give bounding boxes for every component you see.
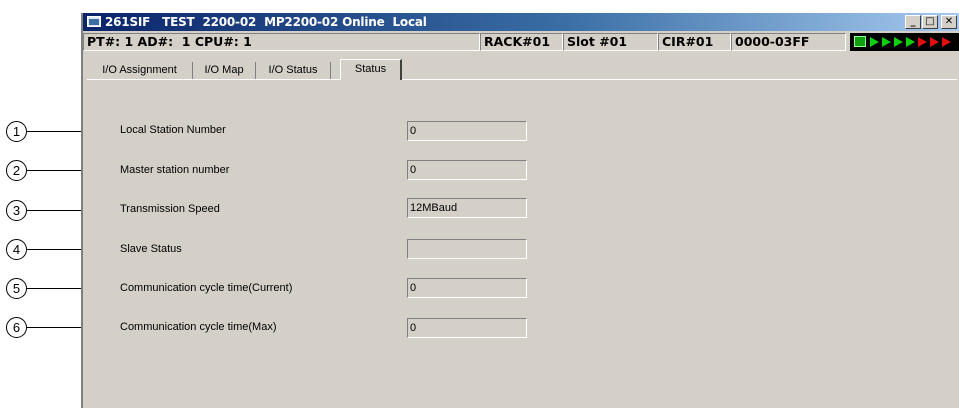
pc-icon — [854, 36, 866, 47]
transmission-speed-label: Transmission Speed — [120, 203, 220, 215]
callout-6: 6 — [6, 317, 27, 338]
restore-button[interactable]: □ — [922, 15, 938, 29]
callout-3: 3 — [6, 200, 27, 221]
status-bar: PT#: 1 AD#: 1 CPU#: 1 RACK#01 Slot #01 C… — [83, 31, 959, 53]
title-bar[interactable]: 261SIF TEST 2200-02 MP2200-02 Online Loc… — [83, 13, 959, 31]
cir-field: CIR#01 — [658, 33, 731, 51]
tab-io-map[interactable]: I/O Map — [193, 62, 256, 79]
arrow-red-icon — [930, 37, 939, 47]
callout-4: 4 — [6, 239, 27, 260]
module-status-window: 261SIF TEST 2200-02 MP2200-02 Online Loc… — [81, 13, 959, 408]
pt-ad-cpu-field: PT#: 1 AD#: 1 CPU#: 1 — [83, 33, 480, 51]
arrow-green-icon — [906, 37, 915, 47]
minimize-button[interactable]: _ — [905, 15, 921, 29]
comm-cycle-max-field: 0 — [407, 318, 527, 338]
arrow-red-icon — [942, 37, 951, 47]
arrow-green-icon — [894, 37, 903, 47]
slave-status-label: Slave Status — [120, 243, 182, 255]
local-station-number-label: Local Station Number — [120, 124, 226, 136]
communication-led-indicator-icon — [850, 33, 959, 51]
application-window-icon[interactable] — [87, 16, 101, 27]
slave-status-field — [407, 239, 527, 259]
arrow-red-icon — [918, 37, 927, 47]
tab-status[interactable]: Status — [340, 59, 402, 80]
arrow-green-icon — [870, 37, 879, 47]
transmission-speed-field: 12MBaud — [407, 198, 527, 218]
close-button[interactable]: ✕ — [941, 15, 957, 29]
comm-cycle-max-label: Communication cycle time(Max) — [120, 321, 277, 333]
window-title: 261SIF TEST 2200-02 MP2200-02 Online Loc… — [105, 15, 427, 29]
arrow-green-icon — [882, 37, 891, 47]
callout-1: 1 — [6, 121, 27, 142]
comm-cycle-current-field: 0 — [407, 278, 527, 298]
callout-2: 2 — [6, 160, 27, 181]
slot-field: Slot #01 — [563, 33, 658, 51]
master-station-number-label: Master station number — [120, 164, 230, 176]
tab-io-status[interactable]: I/O Status — [256, 62, 331, 79]
address-range-field: 0000-03FF — [731, 33, 846, 51]
local-station-number-field: 0 — [407, 121, 527, 141]
tab-divider — [87, 79, 957, 80]
master-station-number-field: 0 — [407, 160, 527, 180]
callout-5: 5 — [6, 278, 27, 299]
comm-cycle-current-label: Communication cycle time(Current) — [120, 282, 293, 294]
rack-field: RACK#01 — [480, 33, 563, 51]
tab-io-assignment[interactable]: I/O Assignment — [87, 62, 193, 79]
